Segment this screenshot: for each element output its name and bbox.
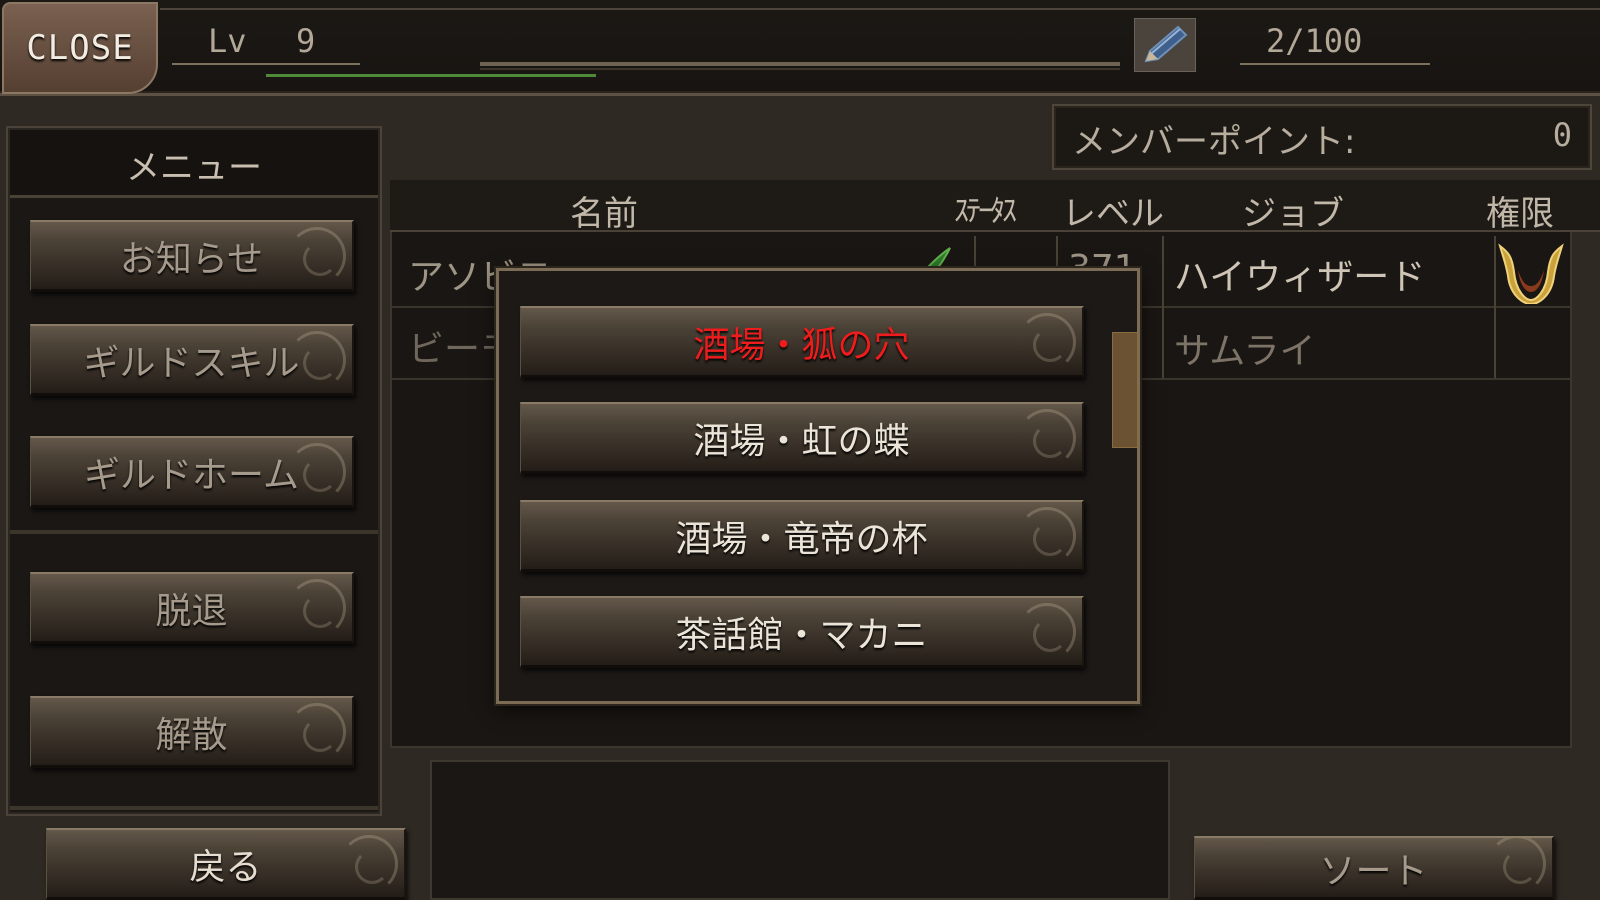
level-underline	[172, 63, 360, 65]
menu-item-label: ギルドスキル	[83, 342, 300, 384]
level-value: 9	[296, 22, 316, 60]
menu-item-label: 脱退	[155, 590, 228, 632]
location-option-button[interactable]: 酒場・狐の穴	[520, 306, 1084, 378]
sort-button-label: ソート	[1319, 850, 1428, 892]
header-name: 名前	[570, 194, 638, 234]
header-rank: 権限	[1486, 194, 1554, 234]
swirl-ornament-icon	[1018, 409, 1076, 467]
menu-title: メニュー	[126, 148, 262, 188]
info-panel	[430, 760, 1170, 900]
location-option-label: 酒場・虹の蝶	[693, 420, 910, 462]
swirl-ornament-icon	[288, 703, 346, 761]
exp-bar-shadow	[480, 68, 1120, 70]
member-job: ハイウィザード	[1174, 257, 1426, 298]
back-button-label: 戻る	[189, 846, 262, 888]
guild-master-emblem-icon	[1498, 243, 1564, 304]
menu-item-guild-skill-button[interactable]: ギルドスキル	[30, 324, 354, 396]
location-option-button[interactable]: 茶話館・マカニ	[520, 596, 1084, 668]
menu-item-label: ギルドホーム	[84, 454, 299, 496]
location-option-label: 酒場・狐の穴	[693, 324, 910, 366]
swirl-ornament-icon	[1018, 313, 1076, 371]
swirl-ornament-icon	[288, 579, 346, 637]
member-count: 2/100	[1266, 22, 1363, 60]
location-option-label: 茶話館・マカニ	[675, 614, 928, 656]
swirl-ornament-icon	[1018, 507, 1076, 565]
member-count-underline	[1240, 63, 1430, 65]
menu-item-label: お知らせ	[119, 238, 264, 280]
menu-item-label: 解散	[155, 714, 228, 756]
menu-bottom-rule	[10, 806, 378, 810]
exp-bar-fill	[266, 74, 596, 77]
member-points-label: メンバーポイント:	[1072, 122, 1356, 162]
back-button[interactable]: 戻る	[46, 828, 406, 900]
swirl-ornament-icon	[340, 835, 398, 893]
menu-item-leave-button[interactable]: 脱退	[30, 572, 354, 644]
swirl-ornament-icon	[1018, 603, 1076, 661]
pencil-icon	[1144, 25, 1188, 63]
swirl-ornament-icon	[288, 227, 346, 285]
edit-button[interactable]	[1134, 18, 1196, 72]
location-option-label: 酒場・竜帝の杯	[675, 518, 928, 560]
popup-scrollbar-thumb[interactable]	[1112, 332, 1138, 448]
member-job: サムライ	[1174, 331, 1316, 372]
menu-item-guild-home-button[interactable]: ギルドホーム	[30, 436, 354, 508]
menu-item-news-button[interactable]: お知らせ	[30, 220, 354, 292]
menu-item-disband-button[interactable]: 解散	[30, 696, 354, 768]
close-button[interactable]: CLOSE	[2, 2, 158, 94]
menu-divider	[10, 530, 378, 534]
member-points-value: 0	[1552, 116, 1572, 154]
level-label: Lv	[208, 22, 247, 60]
sort-button[interactable]: ソート	[1194, 836, 1554, 900]
header-status: ｽﾃｰﾀｽ	[954, 194, 1017, 229]
header-level: レベル	[1062, 194, 1164, 234]
location-option-button[interactable]: 酒場・虹の蝶	[520, 402, 1084, 474]
close-button-label: CLOSE	[26, 28, 134, 68]
exp-bar-track	[480, 62, 1120, 66]
header-job: ジョブ	[1242, 194, 1344, 234]
swirl-ornament-icon	[1488, 838, 1546, 893]
location-option-button[interactable]: 酒場・竜帝の杯	[520, 500, 1084, 572]
top-bar-rule	[160, 8, 1600, 10]
